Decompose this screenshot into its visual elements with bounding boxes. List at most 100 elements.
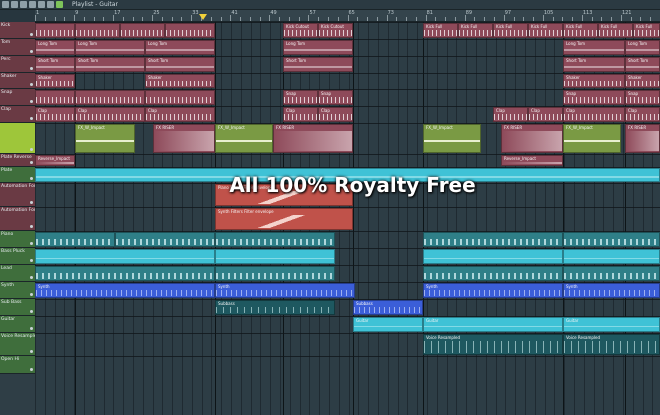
play-icon[interactable] (56, 1, 63, 8)
track-mute-icon[interactable] (30, 100, 33, 103)
pattern-clip[interactable] (75, 23, 120, 38)
pattern-clip[interactable]: Short Tom (35, 57, 75, 72)
track-header[interactable]: Snap (0, 89, 35, 106)
pencil-icon[interactable] (2, 1, 9, 8)
track-mute-icon[interactable] (30, 50, 33, 53)
pattern-clip[interactable] (35, 90, 75, 105)
pattern-clip[interactable]: Long Tom (145, 40, 215, 55)
pattern-clip[interactable] (423, 232, 563, 247)
pattern-clip[interactable]: Clap (145, 107, 215, 122)
pattern-clip[interactable]: FX_W_Impact (423, 124, 481, 153)
pattern-clip[interactable]: Synth (35, 283, 215, 298)
pattern-clip[interactable]: Long Tom (283, 40, 353, 55)
pattern-clip[interactable]: Clap (283, 107, 318, 122)
pattern-clip[interactable] (35, 23, 75, 38)
pattern-clip[interactable]: Shaker (35, 74, 75, 88)
pattern-clip[interactable]: FX RISER (501, 124, 563, 153)
pattern-clip[interactable]: Clap (35, 107, 75, 122)
pattern-clip[interactable] (75, 90, 145, 105)
track-mute-icon[interactable] (30, 117, 33, 120)
pattern-clip[interactable]: Short Tom (75, 57, 145, 72)
pattern-clip[interactable]: Short Tom (563, 57, 625, 72)
track-header[interactable]: Automation For Synth (0, 207, 35, 231)
pattern-clip[interactable]: Kick Full (633, 23, 660, 38)
pattern-clip[interactable]: Clap (528, 107, 563, 122)
track-header[interactable]: Bass Pluck (0, 248, 35, 265)
track-mute-icon[interactable] (30, 201, 33, 204)
track-mute-icon[interactable] (30, 177, 33, 180)
track-header[interactable]: Guitar (0, 316, 35, 333)
pattern-clip[interactable]: Long Tom (35, 40, 75, 55)
pattern-clip[interactable] (563, 249, 660, 264)
track-header[interactable]: Open Hi (0, 356, 35, 374)
pattern-clip[interactable] (120, 23, 165, 38)
track-mute-icon[interactable] (30, 327, 33, 330)
pattern-clip[interactable]: FX RISER (273, 124, 353, 153)
track-header[interactable]: Clap (0, 106, 35, 123)
pattern-clip[interactable] (215, 249, 335, 264)
pattern-clip[interactable]: Guitar (353, 317, 423, 332)
mute-icon[interactable] (29, 1, 36, 8)
pattern-clip[interactable]: FX RISER (625, 124, 660, 153)
pattern-clip[interactable]: Clap (318, 107, 353, 122)
track-header[interactable]: Kick (0, 22, 35, 39)
pattern-clip[interactable]: Short Tom (625, 57, 660, 72)
track-header[interactable]: Automation For Piano (0, 183, 35, 207)
track-mute-icon[interactable] (30, 293, 33, 296)
pattern-clip[interactable]: Kick Cutout (283, 23, 318, 38)
brush-icon[interactable] (11, 1, 18, 8)
pattern-clip[interactable]: Guitar (423, 317, 563, 332)
pattern-clip[interactable]: Short Tom (145, 57, 215, 72)
slip-icon[interactable] (38, 1, 45, 8)
track-mute-icon[interactable] (30, 225, 33, 228)
pattern-clip[interactable]: Shaker (145, 74, 215, 88)
track-header[interactable]: Tom (0, 39, 35, 56)
pattern-clip[interactable] (115, 232, 215, 247)
pattern-clip[interactable]: Snap (563, 90, 625, 105)
track-header[interactable]: Lead (0, 265, 35, 282)
pattern-clip[interactable]: Shaker (563, 74, 625, 88)
pattern-clip[interactable]: Reverse_Impact (501, 155, 563, 166)
track-header[interactable]: Perc (0, 56, 35, 73)
pattern-clip[interactable]: Kick Full (423, 23, 458, 38)
track-header[interactable]: Synth (0, 282, 35, 299)
pattern-clip[interactable]: Voice Resampled (563, 334, 660, 355)
playlist-grid[interactable]: Kick Cutout Kick Cutout Kick Full Kick Full… (35, 22, 660, 415)
track-mute-icon[interactable] (30, 259, 33, 262)
track-mute-icon[interactable] (30, 83, 33, 86)
pattern-clip[interactable] (35, 249, 215, 264)
playhead-marker[interactable] (199, 14, 207, 20)
pattern-clip[interactable] (35, 266, 215, 281)
pattern-clip[interactable]: Clap (493, 107, 528, 122)
track-header[interactable] (0, 123, 35, 154)
pattern-clip[interactable]: Clap (625, 107, 660, 122)
track-header[interactable]: Plate Reverse (0, 154, 35, 167)
pattern-clip[interactable]: Kick Full (563, 23, 598, 38)
pattern-clip[interactable]: Subbass (215, 300, 335, 315)
track-mute-icon[interactable] (30, 148, 33, 151)
track-header[interactable]: Plate (0, 167, 35, 183)
pattern-clip[interactable] (35, 168, 660, 182)
pattern-clip[interactable]: FX_W_Impact (75, 124, 135, 153)
track-header[interactable]: Sub Bass (0, 299, 35, 316)
pattern-clip[interactable]: Long Tom (563, 40, 625, 55)
pattern-clip[interactable]: Long Tom (625, 40, 660, 55)
pattern-clip[interactable]: Snap (283, 90, 318, 105)
pattern-clip[interactable]: Kick Full (598, 23, 633, 38)
track-header[interactable]: Piano (0, 231, 35, 248)
pattern-clip[interactable] (563, 266, 660, 281)
pattern-clip[interactable] (423, 249, 563, 264)
pattern-clip[interactable] (215, 266, 335, 281)
track-mute-icon[interactable] (30, 368, 33, 371)
pattern-clip[interactable] (35, 232, 115, 247)
pattern-clip[interactable]: Synth (215, 283, 355, 298)
pattern-clip[interactable]: Kick Full (493, 23, 528, 38)
track-mute-icon[interactable] (30, 350, 33, 353)
track-header[interactable]: Shaker (0, 73, 35, 89)
timeline-ruler[interactable]: 1 9 17 25 33 41 49 57 65 73 81 89 97 105 113 121 (35, 10, 660, 22)
pattern-clip[interactable]: Reverse_Impact (35, 155, 75, 166)
pattern-clip[interactable]: Subbass (353, 300, 423, 315)
pattern-clip[interactable]: FX RISER (153, 124, 215, 153)
track-header[interactable]: Voice Resampled (0, 333, 35, 356)
pattern-clip[interactable]: Clap (563, 107, 625, 122)
